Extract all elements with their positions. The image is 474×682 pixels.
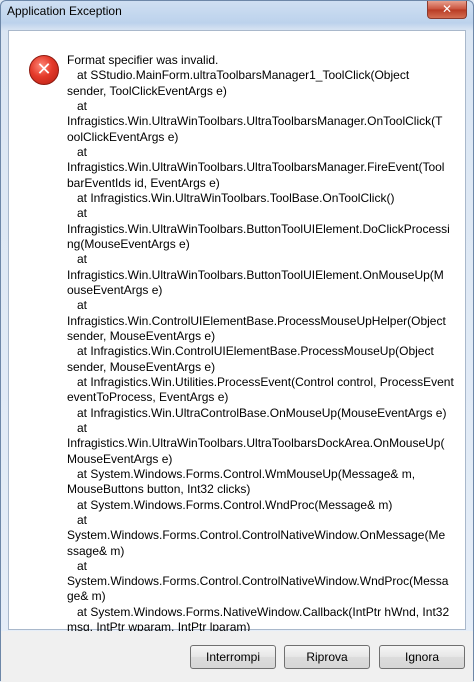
message-line: at System.Windows.Forms.Control.WmMouseU…: [67, 466, 416, 481]
message-line: at: [67, 558, 88, 573]
message-line: ge& m): [67, 589, 106, 604]
message-line: at: [67, 252, 88, 267]
exception-message: Format specifier was invalid. at SStudio…: [67, 53, 459, 635]
message-line: Infragistics.Win.ControlUIElementBase.Pr…: [67, 313, 446, 328]
message-line: Infragistics.Win.UltraWinToolbars.UltraT…: [67, 114, 443, 129]
message-line: at: [67, 206, 88, 221]
window-title: Application Exception: [7, 4, 122, 18]
message-line: sender, MouseEventArgs e): [67, 328, 216, 343]
message-line: eventToProcess, EventArgs e): [67, 390, 229, 405]
message-line: barEventIds id, EventArgs e): [67, 175, 220, 190]
message-line: Infragistics.Win.UltraWinToolbars.Button…: [67, 221, 450, 236]
message-line: Format specifier was invalid.: [67, 53, 219, 67]
message-line: oolClickEventArgs e): [67, 129, 179, 144]
message-line: ouseEventArgs e): [67, 282, 163, 297]
message-line: at: [67, 420, 88, 435]
message-line: at System.Windows.Forms.Control.WndProc(…: [67, 497, 393, 512]
message-line: at: [67, 144, 88, 159]
message-line: at Infragistics.Win.Utilities.ProcessEve…: [67, 374, 454, 389]
button-bar: Interrompi Riprova Ignora: [1, 631, 473, 682]
error-icon-glyph: ✕: [36, 59, 52, 80]
message-line: Infragistics.Win.UltraWinToolbars.UltraT…: [67, 436, 445, 451]
message-line: at: [67, 512, 88, 527]
message-line: Infragistics.Win.UltraWinToolbars.UltraT…: [67, 160, 445, 175]
error-icon: ✕: [29, 55, 59, 85]
message-line: at System.Windows.Forms.NativeWindow.Cal…: [67, 604, 450, 619]
message-line: ng(MouseEventArgs e): [67, 236, 190, 251]
message-line: at Infragistics.Win.UltraControlBase.OnM…: [67, 405, 447, 420]
message-line: at Infragistics.Win.ControlUIElementBase…: [67, 344, 434, 359]
message-line: System.Windows.Forms.Control.ControlNati…: [67, 528, 446, 543]
abort-button[interactable]: Interrompi: [190, 645, 276, 669]
message-line: MouseEventArgs e): [67, 451, 173, 466]
close-button[interactable]: ✕: [427, 1, 467, 19]
ignore-button[interactable]: Ignora: [379, 645, 465, 669]
message-line: sender, ToolClickEventArgs e): [67, 83, 227, 98]
message-line: at: [67, 98, 88, 113]
message-line: MouseButtons button, Int32 clicks): [67, 482, 251, 497]
retry-button[interactable]: Riprova: [284, 645, 370, 669]
application-exception-dialog: Application Exception ✕ ✕ Format specifi…: [0, 0, 474, 682]
message-line: ssage& m): [67, 543, 125, 558]
close-icon: ✕: [441, 2, 453, 16]
message-line: at: [67, 298, 88, 313]
message-line: System.Windows.Forms.Control.ControlNati…: [67, 574, 449, 589]
message-line: at Infragistics.Win.UltraWinToolbars.Too…: [67, 190, 395, 205]
message-line: sender, MouseEventArgs e): [67, 359, 216, 374]
message-line: Infragistics.Win.UltraWinToolbars.Button…: [67, 267, 444, 282]
message-line: at SStudio.MainForm.ultraToolbarsManager…: [67, 68, 410, 83]
title-bar[interactable]: Application Exception ✕: [1, 1, 473, 23]
